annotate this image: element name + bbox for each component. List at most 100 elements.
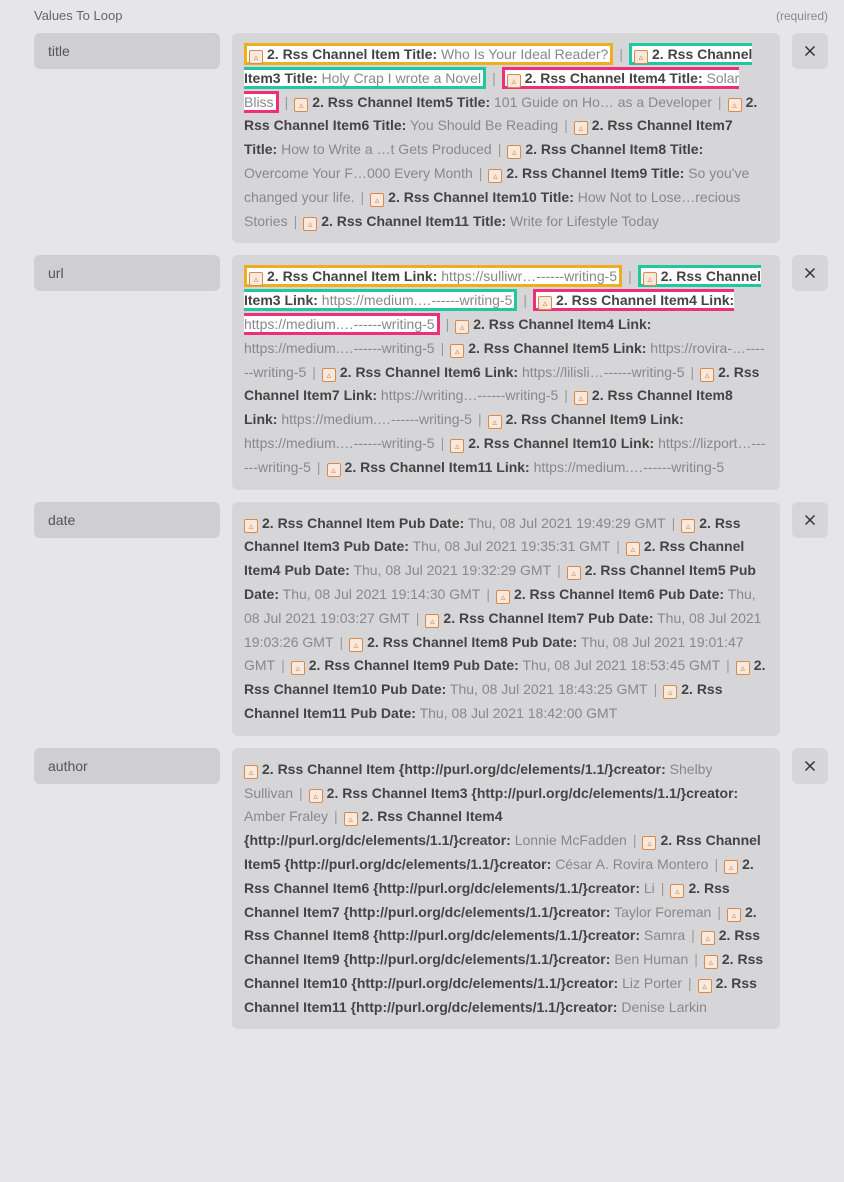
required-label: (required) <box>776 9 828 23</box>
pill-value: https://writing…------writing-5 <box>381 387 558 403</box>
zap-icon: ▵ <box>681 519 695 533</box>
pill[interactable]: ▵2. Rss Channel Item5 Title: 101 Guide o… <box>294 94 712 110</box>
separator: | <box>564 387 568 403</box>
field-label-url[interactable]: url <box>34 255 220 291</box>
close-icon <box>801 757 819 775</box>
pill-label: 2. Rss Channel Item Pub Date: <box>262 515 464 531</box>
separator: | <box>523 292 527 308</box>
pill-value: Thu, 08 Jul 2021 18:43:25 GMT <box>450 681 648 697</box>
separator: | <box>479 165 483 181</box>
pill-value: You Should Be Reading <box>410 117 558 133</box>
zap-icon: ▵ <box>291 661 305 675</box>
pill-label: 2. Rss Channel Item4 Title: <box>525 70 703 86</box>
zap-icon: ▵ <box>701 931 715 945</box>
separator: | <box>564 117 568 133</box>
separator: | <box>492 70 496 86</box>
remove-row-button[interactable] <box>792 748 828 784</box>
pill-value: How to Write a …t Gets Produced <box>281 141 492 157</box>
zap-icon: ▵ <box>736 661 750 675</box>
field-content-date[interactable]: ▵ 2. Rss Channel Item Pub Date: Thu, 08 J… <box>232 502 780 736</box>
zap-icon: ▵ <box>643 272 657 286</box>
separator: | <box>486 586 490 602</box>
pill-value: Who Is Your Ideal Reader? <box>441 46 608 62</box>
pill-value: 101 Guide on Ho… as a Developer <box>494 94 712 110</box>
pill-value: Amber Fraley <box>244 808 328 824</box>
pill-value: Li <box>644 880 655 896</box>
field-label-title[interactable]: title <box>34 33 220 69</box>
separator: | <box>281 657 285 673</box>
zap-icon: ▵ <box>244 765 258 779</box>
remove-row-button[interactable] <box>792 255 828 291</box>
separator: | <box>726 657 730 673</box>
zap-icon: ▵ <box>538 296 552 310</box>
field-label-author[interactable]: author <box>34 748 220 784</box>
zap-icon: ▵ <box>642 836 656 850</box>
zap-icon: ▵ <box>728 98 742 112</box>
zap-icon: ▵ <box>450 344 464 358</box>
separator: | <box>361 189 365 205</box>
separator: | <box>616 538 620 554</box>
zap-icon: ▵ <box>670 884 684 898</box>
separator: | <box>691 364 695 380</box>
pill-label: 2. Rss Channel Item9 Title: <box>506 165 684 181</box>
separator: | <box>688 975 692 991</box>
separator: | <box>416 610 420 626</box>
separator: | <box>654 681 658 697</box>
field-label-date[interactable]: date <box>34 502 220 538</box>
pill-label: 2. Rss Channel Item10 Link: <box>468 435 654 451</box>
pill-label: 2. Rss Channel Item Title: <box>267 46 437 62</box>
zap-icon: ▵ <box>663 685 677 699</box>
pill-value: Thu, 08 Jul 2021 19:49:29 GMT <box>468 515 666 531</box>
zap-icon: ▵ <box>322 368 336 382</box>
field-content-url[interactable]: ▵2. Rss Channel Item Link: https://sulli… <box>232 255 780 489</box>
separator: | <box>334 808 338 824</box>
zap-icon: ▵ <box>327 463 341 477</box>
separator: | <box>672 515 676 531</box>
pill-highlighted[interactable]: ▵2. Rss Channel Item Link: https://sulli… <box>244 265 622 287</box>
zap-icon: ▵ <box>249 50 263 64</box>
separator: | <box>628 268 632 284</box>
pill-label: 2. Rss Channel Item {http://purl.org/dc/… <box>262 761 666 777</box>
zap-icon: ▵ <box>626 542 640 556</box>
pill-value: Thu, 08 Jul 2021 18:53:45 GMT <box>522 657 720 673</box>
zap-icon: ▵ <box>574 391 588 405</box>
pill-value: Holy Crap I wrote a Novel <box>322 70 482 86</box>
pill[interactable]: ▵2. Rss Channel Item9 Pub Date: Thu, 08 … <box>291 657 720 673</box>
separator: | <box>718 94 722 110</box>
zap-icon: ▵ <box>724 860 738 874</box>
pill[interactable]: ▵ 2. Rss Channel Item Pub Date: Thu, 08 J… <box>244 515 666 531</box>
field-content-author[interactable]: ▵ 2. Rss Channel Item {http://purl.org/dc… <box>232 748 780 1030</box>
zap-icon: ▵ <box>349 638 363 652</box>
separator: | <box>446 316 450 332</box>
pill-label: 2. Rss Channel Item5 Link: <box>468 340 646 356</box>
zap-icon: ▵ <box>704 955 718 969</box>
pill-label: 2. Rss Channel Item7 Pub Date: <box>443 610 653 626</box>
separator: | <box>294 213 298 229</box>
pill-label: 2. Rss Channel Item11 Link: <box>345 459 530 475</box>
close-icon <box>801 264 819 282</box>
remove-row-button[interactable] <box>792 33 828 69</box>
pill-value: Ben Human <box>614 951 688 967</box>
pill[interactable]: ▵2. Rss Channel Item11 Link: https://med… <box>327 459 725 475</box>
pill-value: Taylor Foreman <box>614 904 711 920</box>
zap-icon: ▵ <box>488 169 502 183</box>
pill-label: 2. Rss Channel Item4 Link: <box>473 316 651 332</box>
pill-value: César A. Rovira Montero <box>555 856 708 872</box>
zap-icon: ▵ <box>488 415 502 429</box>
zap-icon: ▵ <box>303 217 317 231</box>
zap-icon: ▵ <box>309 789 323 803</box>
zap-icon: ▵ <box>507 74 521 88</box>
pill[interactable]: ▵2. Rss Channel Item6 Link: https://lili… <box>322 364 685 380</box>
pill-value: Thu, 08 Jul 2021 19:32:29 GMT <box>353 562 551 578</box>
separator: | <box>441 340 445 356</box>
pill-value: Thu, 08 Jul 2021 19:35:31 GMT <box>413 538 611 554</box>
separator: | <box>285 94 289 110</box>
remove-row-button[interactable] <box>792 502 828 538</box>
zap-icon: ▵ <box>727 908 741 922</box>
zap-icon: ▵ <box>574 121 588 135</box>
pill-highlighted[interactable]: ▵ 2. Rss Channel Item Title: Who Is Your … <box>244 43 613 65</box>
field-content-title[interactable]: ▵ 2. Rss Channel Item Title: Who Is Your … <box>232 33 780 243</box>
pill[interactable]: ▵2. Rss Channel Item11 Title: Write for … <box>303 213 659 229</box>
row-author: author ▵ 2. Rss Channel Item {http://purl… <box>0 744 844 1038</box>
zap-icon: ▵ <box>244 519 258 533</box>
